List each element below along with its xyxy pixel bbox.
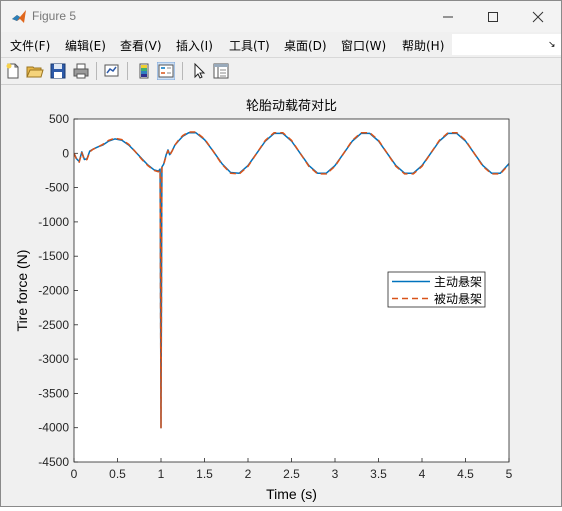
menu-tools[interactable]: 工具(T) bbox=[229, 37, 270, 54]
y-tick-label: -3000 bbox=[38, 352, 69, 366]
x-tick-label: 1.5 bbox=[196, 467, 213, 481]
figure-canvas[interactable]: 0 0.5 1 1.5 2 2.5 3 3.5 4 4.5 5 500 0 -500 -1000 -1500… bbox=[2, 85, 561, 506]
maximize-button[interactable] bbox=[470, 1, 516, 32]
chart-title: 轮胎动载荷对比 bbox=[246, 98, 337, 113]
x-tick-label: 2 bbox=[245, 467, 252, 481]
y-tick-label: -3500 bbox=[38, 386, 69, 400]
menu-file[interactable]: 文件(F) bbox=[10, 37, 50, 54]
maximize-icon bbox=[488, 11, 498, 22]
minimize-icon bbox=[443, 16, 453, 17]
menu-spacer bbox=[452, 34, 561, 55]
minimize-button[interactable] bbox=[425, 1, 471, 32]
x-tick-label: 1 bbox=[158, 467, 165, 481]
menu-edit[interactable]: 编辑(E) bbox=[65, 37, 106, 54]
x-tick-label: 0.5 bbox=[109, 467, 126, 481]
y-tick-label: -4000 bbox=[38, 421, 69, 435]
legend-label-active: 主动悬架 bbox=[434, 275, 482, 289]
y-tick-label: -2500 bbox=[38, 318, 69, 332]
menu-overflow-arrow[interactable]: ↘ bbox=[548, 39, 556, 50]
menu-view[interactable]: 查看(V) bbox=[120, 37, 162, 54]
save-icon[interactable] bbox=[49, 62, 67, 80]
window-title: Figure 5 bbox=[32, 9, 77, 23]
y-tick-label: -2000 bbox=[38, 284, 69, 298]
menu-desktop[interactable]: 桌面(D) bbox=[284, 37, 327, 54]
menu-help[interactable]: 帮助(H) bbox=[402, 37, 444, 54]
y-tick-label: -4500 bbox=[38, 455, 69, 469]
edit-plot-icon[interactable] bbox=[190, 62, 208, 80]
toolbar-separator bbox=[96, 62, 97, 80]
menu-insert[interactable]: 插入(I) bbox=[176, 37, 213, 54]
x-axis-label: Time (s) bbox=[266, 486, 317, 502]
new-figure-icon[interactable] bbox=[4, 62, 22, 80]
legend[interactable]: 主动悬架 被动悬架 bbox=[387, 271, 486, 308]
property-inspector-icon[interactable] bbox=[212, 62, 230, 80]
y-tick-label: -500 bbox=[45, 181, 69, 195]
x-tick-label: 3 bbox=[332, 467, 339, 481]
link-plot-icon[interactable] bbox=[103, 62, 121, 80]
x-tick-label: 4.5 bbox=[457, 467, 474, 481]
insert-colorbar-icon[interactable] bbox=[135, 62, 153, 80]
y-tick-label: 0 bbox=[62, 146, 69, 160]
figure-window: Figure 5 文件(F) 编辑(E) 查看(V) 插入(I) 工具(T) 桌… bbox=[0, 0, 562, 507]
close-icon bbox=[532, 11, 544, 22]
menu-window[interactable]: 窗口(W) bbox=[341, 37, 386, 54]
toolbar-separator bbox=[127, 62, 128, 80]
x-tick-label: 2.5 bbox=[283, 467, 300, 481]
y-tick-label: -1000 bbox=[38, 215, 69, 229]
open-file-icon[interactable] bbox=[26, 62, 44, 80]
close-button[interactable] bbox=[515, 1, 561, 32]
toolbar bbox=[1, 57, 561, 85]
matlab-logo-icon bbox=[12, 10, 26, 23]
x-tick-label: 4 bbox=[419, 467, 426, 481]
y-tick-label: 500 bbox=[49, 112, 69, 126]
legend-label-passive: 被动悬架 bbox=[434, 292, 482, 306]
print-icon[interactable] bbox=[72, 62, 90, 80]
x-tick-label: 0 bbox=[71, 467, 78, 481]
chart[interactable]: 0 0.5 1 1.5 2 2.5 3 3.5 4 4.5 5 500 0 -500 -1000 -1500… bbox=[2, 85, 561, 506]
toolbar-separator bbox=[182, 62, 183, 80]
x-tick-label: 3.5 bbox=[370, 467, 387, 481]
x-tick-label: 5 bbox=[506, 467, 513, 481]
insert-legend-icon[interactable] bbox=[157, 62, 175, 80]
y-tick-label: -1500 bbox=[38, 249, 69, 263]
title-bar[interactable]: Figure 5 bbox=[1, 1, 561, 32]
y-axis-label: Tire force (N) bbox=[14, 250, 30, 332]
